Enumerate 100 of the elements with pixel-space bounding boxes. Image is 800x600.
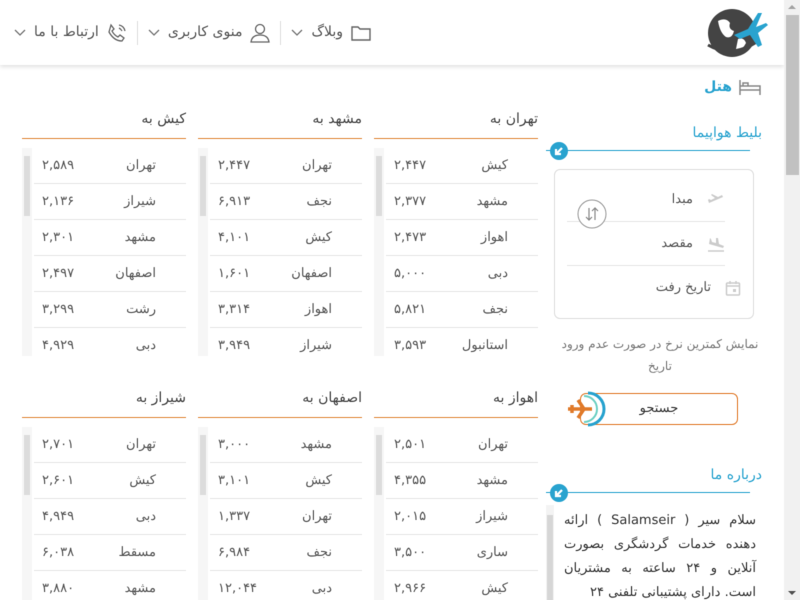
city-cell-text: تهران	[126, 156, 156, 175]
city-cell-text: اصفهان	[115, 264, 156, 283]
folder-icon	[351, 24, 371, 40]
price-cell-text: ۱۲,۰۴۴	[218, 580, 258, 598]
scrollbar[interactable]	[22, 427, 32, 600]
price-cell-text: ۲,۴۹۷	[42, 264, 74, 283]
bed-icon	[738, 78, 762, 96]
table-title: تهران به	[374, 107, 538, 139]
city-cell-text: دبی	[136, 508, 156, 526]
price-cell-text: ۴,۱۰۱	[218, 228, 250, 247]
search-button[interactable]: جستجو	[580, 393, 738, 425]
price-cell-text: ۱,۶۰۱	[218, 264, 250, 283]
city-cell-text: دبی	[312, 580, 332, 598]
city-cell-text: دبی	[136, 337, 156, 356]
price-cell-text: ۳,۸۸۰	[42, 580, 74, 598]
price-cell-text: ۲,۹۶۶	[394, 580, 426, 598]
price-cell-text: ۲,۴۷۳	[394, 228, 426, 247]
city-cell-text: شیراز	[124, 192, 156, 211]
scrollbar[interactable]	[374, 427, 384, 600]
price-cell-text: ۲,۰۱۵	[394, 508, 426, 526]
scrollbar[interactable]	[198, 148, 208, 356]
plane-circle-icon	[566, 391, 606, 427]
table-title: اصفهان به	[198, 386, 362, 418]
price-cell-text: ۶,۰۳۸	[42, 544, 74, 562]
city-cell-text: مشهد	[124, 580, 156, 598]
price-cell-text: ۳,۱۰۱	[218, 472, 250, 490]
city-cell-text: شیراز	[300, 337, 332, 356]
city-cell-text: کیش	[129, 472, 156, 490]
city-cell-text: دبی	[488, 264, 508, 283]
calendar-icon	[725, 280, 741, 296]
city-cell-text: تهران	[126, 436, 156, 454]
table-title: مشهد به	[198, 107, 362, 139]
scrollbar[interactable]	[546, 505, 554, 600]
user-icon	[250, 22, 270, 42]
city-cell-text: کیش	[305, 228, 332, 247]
scroll-thumb[interactable]	[786, 15, 798, 175]
note-text: نمایش کمترین نرخ در صورت عدم ورود تاریخ	[560, 336, 760, 375]
price-cell-text: ۳,۵۹۳	[394, 337, 426, 356]
price-cell-text: ۳,۹۴۹	[218, 337, 250, 356]
city-cell-text: نجف	[306, 544, 332, 562]
price-cell-text: ۶,۹۸۴	[218, 544, 250, 562]
price-cell-text: ۴,۳۵۵	[394, 472, 426, 490]
price-cell-text: ۲,۴۴۷	[394, 156, 426, 175]
city-cell-text: اهواز	[480, 228, 508, 247]
city-cell-text: تهران	[302, 156, 332, 175]
table-title: شیراز به	[22, 386, 186, 418]
city-cell-text: مسقط	[118, 544, 156, 562]
section-title: درباره ما	[710, 466, 762, 485]
city-cell-text: کیش	[481, 580, 508, 598]
nav-link[interactable]: وبلاگ	[311, 22, 343, 43]
price-cell-text: ۳,۳۱۴	[218, 300, 250, 319]
price-cell-text: ۴,۹۲۹	[42, 337, 74, 356]
city-cell-text: نجف	[306, 192, 332, 211]
form-field[interactable]: تاریخ رفت	[656, 278, 711, 298]
phone-icon	[106, 22, 127, 42]
price-cell-text: ۵,۰۰۰	[394, 264, 426, 283]
city-cell-text: اصفهان	[291, 264, 332, 283]
section-title: بلیط هواپیما	[692, 124, 762, 143]
chevron-down-icon	[148, 28, 160, 36]
price-cell-text: ۲,۴۴۷	[218, 156, 250, 175]
city-cell-text: کیش	[305, 472, 332, 490]
about-text: سلام سیر ( Salamseir ) ارائه دهنده خدمات گردشگری بصورت آنلاین و ۲۴ ساعته به مشتریان است. دارای پشتیبانی تلفنی ۲۴	[563, 512, 758, 600]
price-cell-text: ۲,۶۰۱	[42, 472, 74, 490]
table-title: کیش به	[22, 107, 186, 139]
nav-link[interactable]: منوی کاربری	[168, 22, 242, 43]
city-cell-text: رشت	[126, 300, 156, 319]
city-cell-text: تهران	[302, 508, 332, 526]
price-cell-text: ۲,۷۰۱	[42, 436, 74, 454]
price-cell-text: ۶,۹۱۳	[218, 192, 250, 211]
table-title: اهواز به	[374, 386, 538, 418]
chevron-down-icon	[291, 28, 304, 36]
price-cell-text: ۳,۵۰۰	[394, 544, 426, 562]
city-cell-text: شیراز	[476, 508, 508, 526]
city-cell-text: تهران	[478, 436, 508, 454]
landing-plane-icon	[707, 236, 725, 252]
price-cell-text: ۲,۵۸۹	[42, 156, 74, 175]
city-cell-text: ساری	[476, 544, 508, 562]
city-cell-text: مشهد	[476, 472, 508, 490]
price-cell-text: ۴,۹۴۹	[42, 508, 74, 526]
scrollbar[interactable]	[374, 148, 384, 356]
page-scrollbar[interactable]	[784, 0, 800, 600]
city-cell-text: کیش	[481, 156, 508, 175]
city-cell-text: نجف	[482, 300, 508, 319]
form-field[interactable]: مبدا	[672, 190, 693, 210]
city-cell-text: استانبول	[462, 337, 508, 356]
city-cell-text: اهواز	[304, 300, 332, 319]
form-field[interactable]: مقصد	[661, 234, 693, 254]
swap-icon[interactable]	[577, 199, 607, 229]
price-cell-text: ۳,۰۰۰	[218, 436, 250, 454]
city-cell-text: مشهد	[300, 436, 332, 454]
price-cell-text: ۱,۳۳۷	[218, 508, 250, 526]
nav-link[interactable]: ارتباط با ما	[34, 22, 99, 43]
price-cell-text: ۲,۱۳۶	[42, 192, 74, 211]
city-cell-text: مشهد	[124, 228, 156, 247]
scrollbar[interactable]	[198, 427, 208, 600]
chevron-down-icon	[14, 28, 26, 36]
scrollbar[interactable]	[22, 148, 32, 356]
price-cell-text: ۳,۲۹۹	[42, 300, 74, 319]
city-cell-text: مشهد	[476, 192, 508, 211]
price-cell-text: ۵,۸۲۱	[394, 300, 426, 319]
